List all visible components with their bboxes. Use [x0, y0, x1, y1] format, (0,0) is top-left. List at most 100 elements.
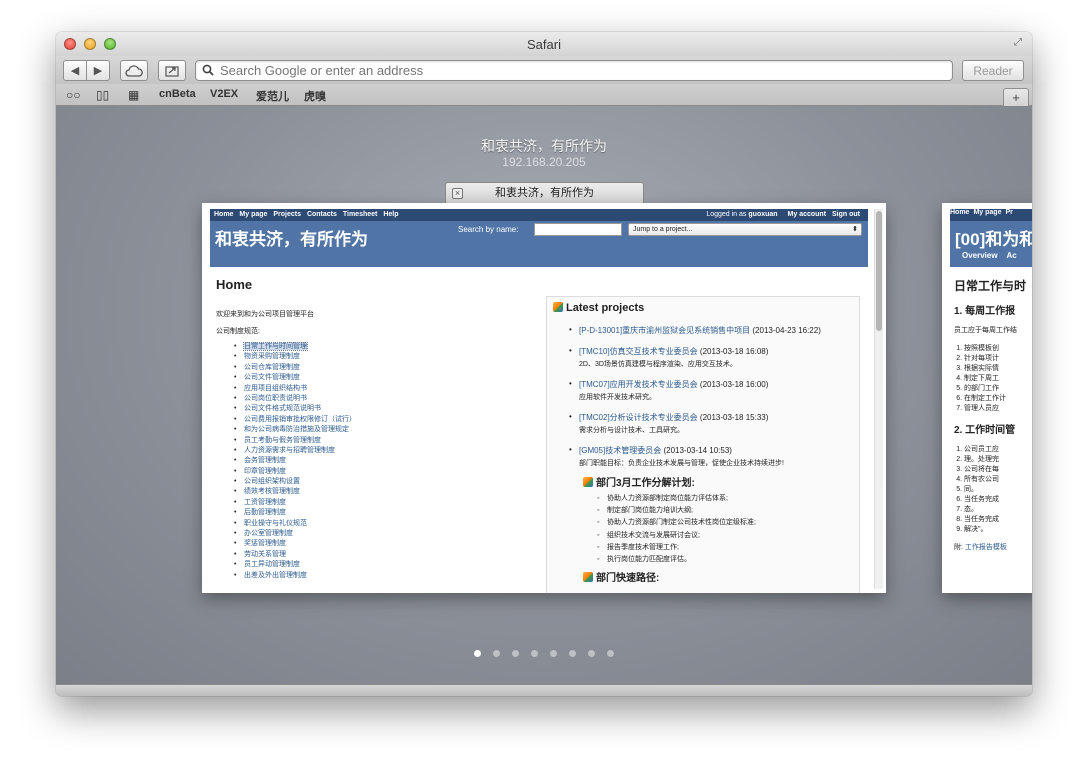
- project-item: [TMC10]仿真交互技术专业委员会 (2013-03-18 16:08) 2D、…: [569, 346, 857, 369]
- card-scrollbar[interactable]: [874, 209, 883, 589]
- title-bar[interactable]: Safari ⤢: [56, 32, 1032, 56]
- rule-link[interactable]: 会务管理制度: [232, 456, 356, 467]
- safari-window: Safari ⤢ ◀ ▶ Reader ○○ ▯▯ ▦ cnBeta V2EX …: [56, 32, 1032, 696]
- reader-button[interactable]: Reader: [962, 60, 1024, 81]
- page-dot[interactable]: [531, 650, 538, 657]
- page-dot[interactable]: [550, 650, 557, 657]
- back-button[interactable]: ◀: [63, 60, 87, 81]
- next-tab-header: [00]和为和 Overview Ac: [950, 221, 1032, 267]
- top-sites-grid-icon[interactable]: ▦: [128, 88, 139, 102]
- tab-preview-card[interactable]: Home My page Projects Contacts Timesheet…: [202, 203, 886, 593]
- username[interactable]: guoxuan: [748, 211, 777, 218]
- rule-link[interactable]: 公司岗位职责说明书: [232, 394, 356, 405]
- page-dot[interactable]: [512, 650, 519, 657]
- rule-link-text: 公司费用报销审批权限修订（试行）: [244, 415, 356, 423]
- menu-contacts[interactable]: Contacts: [307, 211, 337, 218]
- next-tab-page-title: 日常工作与时: [954, 279, 1027, 293]
- sign-out-link[interactable]: Sign out: [832, 211, 860, 218]
- footer-prefix: 附:: [954, 544, 963, 551]
- card-scroll-thumb[interactable]: [876, 211, 882, 331]
- bookmark-link[interactable]: 爱范儿: [256, 88, 289, 104]
- next-tab-footer: 附: 工作报告模板: [954, 542, 1032, 552]
- rule-link[interactable]: 员工考勤与假务管理制度: [232, 436, 356, 447]
- address-bar[interactable]: [195, 60, 953, 81]
- project-search-input[interactable]: [534, 223, 622, 236]
- next-tab-site-title: [00]和为和: [955, 230, 1032, 249]
- rule-link[interactable]: 公司组织架构设置: [232, 477, 356, 488]
- jump-to-project-select[interactable]: Jump to a project... ⬍: [628, 223, 862, 236]
- rule-link[interactable]: 公司文件格式规范说明书: [232, 404, 356, 415]
- menu-projects: Pr: [1005, 209, 1013, 216]
- page-dot[interactable]: [474, 650, 481, 657]
- forward-button[interactable]: ▶: [86, 60, 110, 81]
- project-item: [P-D-13001]重庆市渝州监狱会见系统销售中项目 (2013-04-23 …: [569, 325, 857, 336]
- rule-link[interactable]: 工资管理制度: [232, 498, 356, 509]
- project-link[interactable]: [P-D-13001]重庆市渝州监狱会见系统销售中项目: [579, 326, 750, 335]
- icloud-tabs-button[interactable]: [120, 60, 148, 81]
- tab-title[interactable]: × 和衷共济，有所作为: [445, 182, 644, 204]
- bookmark-link[interactable]: V2EX: [210, 88, 238, 100]
- window-title: Safari: [527, 37, 561, 52]
- menu-timesheet[interactable]: Timesheet: [343, 211, 378, 218]
- rule-link[interactable]: 人力资源需求与招聘管理制度: [232, 446, 356, 457]
- top-menu-right: Logged in as guoxuan My account Sign out: [706, 211, 864, 218]
- rule-link[interactable]: 日常工作与时间管理: [232, 342, 356, 353]
- bookmarks-book-icon[interactable]: ▯▯: [96, 88, 109, 102]
- fullscreen-icon[interactable]: ⤢: [1012, 37, 1024, 49]
- toolbar: ◀ ▶ Reader: [56, 56, 1032, 84]
- bookmark-link[interactable]: cnBeta: [159, 88, 196, 100]
- project-link[interactable]: [GM05]技术管理委员会: [579, 446, 661, 455]
- share-button[interactable]: [158, 60, 186, 81]
- rule-link-text: 物资采购管理制度: [244, 353, 300, 361]
- rule-link[interactable]: 后勤管理制度: [232, 508, 356, 519]
- next-tab-list-item: 当任务完成: [964, 514, 1032, 524]
- close-tab-icon[interactable]: ×: [452, 188, 463, 199]
- next-tab-list-item: 所有农公司: [964, 474, 1032, 484]
- redmine-header: 和衷共济，有所作为 Search by name: Jump to a proj…: [210, 221, 868, 267]
- menu-my-page[interactable]: My page: [239, 211, 267, 218]
- page-dot[interactable]: [493, 650, 500, 657]
- dept-plan-item: 制定部门岗位能力培训大纲;: [597, 505, 756, 517]
- menu-projects[interactable]: Projects: [273, 211, 301, 218]
- rule-link-text: 公司文件格式规范说明书: [244, 405, 321, 413]
- page-dot[interactable]: [569, 650, 576, 657]
- rule-link[interactable]: 公司仓库管理制度: [232, 363, 356, 374]
- rule-link[interactable]: 奖惩管理制度: [232, 539, 356, 550]
- rule-link[interactable]: 公司文件管理制度: [232, 373, 356, 384]
- bookmark-link[interactable]: 虎嗅: [304, 88, 326, 104]
- next-tab-section-2: 2. 工作时间管: [954, 425, 1016, 436]
- project-link[interactable]: [TMC07]应用开发技术专业委员会: [579, 380, 698, 389]
- rule-link[interactable]: 公司费用报销审批权限修订（试行）: [232, 415, 356, 426]
- next-tab-list-item: 根据实际情: [964, 363, 1032, 373]
- rule-link-text: 奖惩管理制度: [244, 540, 286, 548]
- rule-link[interactable]: 出差及外出管理制度: [232, 571, 356, 582]
- rule-link[interactable]: 办公室管理制度: [232, 529, 356, 540]
- rule-link[interactable]: 职业操守与礼仪规范: [232, 519, 356, 530]
- page-dot[interactable]: [607, 650, 614, 657]
- reading-list-icon[interactable]: ○○: [66, 88, 81, 102]
- redmine-content: Home 欢迎来到和为公司项目管理平台 公司制度规范: 日常工作与时间管理物资采…: [210, 271, 868, 593]
- rules-list: 日常工作与时间管理物资采购管理制度公司仓库管理制度公司文件管理制度应用项目组织结…: [232, 342, 356, 581]
- project-link[interactable]: [TMC10]仿真交互技术专业委员会: [579, 347, 698, 356]
- rule-link[interactable]: 劳动关系管理: [232, 550, 356, 561]
- rule-link-text: 应用项目组织结构书: [244, 384, 307, 392]
- next-tab-preview-card[interactable]: Home My page Pr [00]和为和 Overview Ac 日常工作与时…: [942, 203, 1032, 593]
- new-tab-button[interactable]: +: [1003, 88, 1029, 106]
- menu-home[interactable]: Home: [214, 211, 233, 218]
- rule-link[interactable]: 印章管理制度: [232, 467, 356, 478]
- dept-plan-list: 协助人力资源部制定岗位能力评估体系;制定部门岗位能力培训大纲;协助人力资源部门制…: [597, 493, 756, 566]
- page-dot[interactable]: [588, 650, 595, 657]
- next-tab-top-menu: Home My page Pr: [950, 209, 1032, 221]
- menu-help[interactable]: Help: [383, 211, 398, 218]
- rule-link[interactable]: 绩效考核管理制度: [232, 487, 356, 498]
- rule-link[interactable]: 员工异动管理制度: [232, 560, 356, 571]
- rule-link[interactable]: 物资采购管理制度: [232, 352, 356, 363]
- rule-link[interactable]: 应用项目组织结构书: [232, 384, 356, 395]
- address-input[interactable]: [220, 63, 940, 78]
- project-item: [TMC02]分析设计技术专业委员会 (2013-03-18 15:33) 需求分…: [569, 412, 857, 435]
- next-tab-nav: Overview Ac: [962, 251, 1017, 260]
- menu-my-page: My page: [973, 209, 1002, 216]
- project-link[interactable]: [TMC02]分析设计技术专业委员会: [579, 413, 698, 422]
- my-account-link[interactable]: My account: [788, 211, 827, 218]
- rule-link[interactable]: 和为公司病毒防治措施及管理规定: [232, 425, 356, 436]
